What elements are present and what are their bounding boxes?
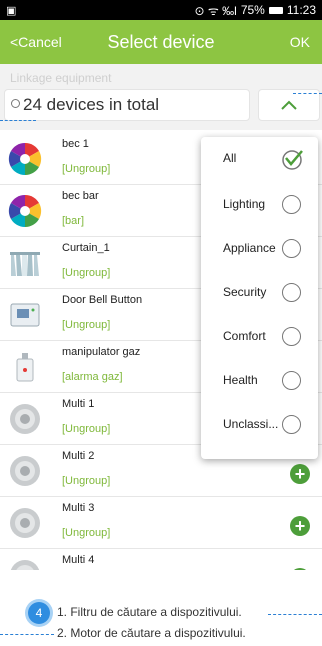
radio-icon [282,327,301,346]
multi-sensor-icon [10,404,40,434]
device-name: Multi 3 [62,502,95,514]
annotation-note-1: 1. Filtru de căutare a dispozitivului. [57,605,242,619]
color-bulb-icon [8,142,42,176]
category-label: Appliance [223,241,276,255]
annotation-footer: 4 1. Filtru de căutare a dispozitivului.… [0,590,322,646]
device-group: [bar] [62,215,85,227]
multi-sensor-icon [10,456,40,486]
device-name: Multi 1 [62,398,95,410]
navigation-bar: <Cancel Select device OK [0,20,322,64]
battery-level: 75% [240,3,265,17]
device-name: bec bar [62,190,99,202]
clock: 11:23 [286,3,316,17]
device-name: manipulator gaz [62,346,141,358]
device-name: Door Bell Button [62,294,143,306]
chevron-up-icon [281,100,297,110]
annotation-note-2: 2. Motor de căutare a dispozitivului. [57,626,246,640]
device-name: bec 1 [62,138,89,150]
status-indicators: ⊙ ᯤ ‰l 75% 11:23 [194,2,316,19]
device-group: [Ungroup] [62,527,111,539]
device-row[interactable]: Multi 4 + [0,549,322,570]
category-option-health[interactable]: Health [201,359,318,403]
linkage-equipment-label: Linkage equipment [10,71,112,85]
radio-icon [282,371,301,390]
category-label: Health [223,373,258,387]
category-option-comfort[interactable]: Comfort [201,315,318,359]
battery-icon [268,6,283,14]
category-option-appliance[interactable]: Appliance [201,227,318,271]
add-device-button[interactable]: + [290,464,310,484]
doorbell-icon [10,303,40,327]
annotation-line [0,634,54,635]
device-row[interactable]: Multi 3 [Ungroup] + [0,497,322,549]
image-icon: ▣ [6,4,17,17]
annotation-line [293,93,322,94]
radio-icon [282,195,301,214]
device-group: [Ungroup] [62,423,111,435]
category-label: Security [223,285,267,299]
device-name: Multi 2 [62,450,95,462]
add-device-button[interactable]: + [290,516,310,536]
device-group: [alarma gaz] [62,371,123,383]
category-option-security[interactable]: Security [201,271,318,315]
gas-valve-icon [16,353,34,382]
category-label: Comfort [223,329,266,343]
radio-icon [282,415,301,434]
device-search-field[interactable]: 24 devices in total [4,89,250,121]
color-bulb-icon [8,194,42,228]
signal-text: ⊙ ᯤ ‰l [194,3,237,18]
curtain-icon [10,252,40,276]
page-title: Select device [107,32,215,52]
device-group: [Ungroup] [62,163,111,175]
ok-button[interactable]: OK [290,20,310,64]
annotation-line [0,120,36,121]
status-bar: ▣ ⊙ ᯤ ‰l 75% 11:23 [0,0,322,20]
device-count-text: 24 devices in total [23,95,160,114]
device-group: [Ungroup] [62,319,111,331]
device-group: [Ungroup] [62,267,111,279]
category-label: Lighting [223,197,266,211]
device-group: [Ungroup] [62,475,111,487]
multi-sensor-icon [10,508,40,538]
annotation-line [268,614,322,615]
category-option-lighting[interactable]: Lighting [201,183,318,227]
category-label: Unclassi... [223,417,279,431]
category-option-unclassified[interactable]: Unclassi... [201,403,318,447]
step-number-badge: 4 [28,602,50,624]
multi-sensor-icon [10,560,40,570]
device-name: Multi 4 [62,554,95,566]
device-name: Curtain_1 [62,242,110,254]
category-dropdown: All Lighting Appliance Security Comfort … [201,137,318,459]
radio-icon [282,283,301,302]
radio-icon [282,239,301,258]
add-device-button[interactable]: + [290,568,310,570]
category-label: All [223,151,237,165]
search-icon [11,99,20,108]
category-option-all[interactable]: All [201,137,318,181]
checked-radio-icon [282,150,303,170]
